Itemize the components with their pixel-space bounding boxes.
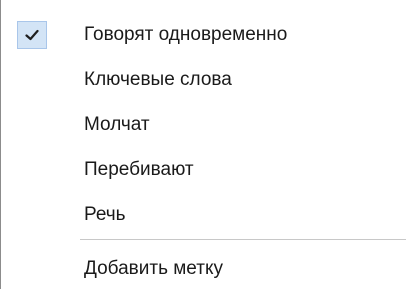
menu-item-interrupt[interactable]: Перебивают — [5, 151, 401, 189]
menu-item-label: Добавить метку — [84, 258, 223, 279]
menu-item-silent[interactable]: Молчат — [5, 106, 401, 144]
menu-item-add-label[interactable]: Добавить метку — [5, 250, 401, 288]
checkmark-icon — [17, 21, 47, 49]
menu-item-label: Перебивают — [84, 159, 194, 180]
context-menu: Говорят одновременно Ключевые слова Молч… — [0, 0, 406, 289]
menu-item-label: Речь — [84, 204, 126, 225]
menu-item-speech[interactable]: Речь — [5, 196, 401, 234]
menu-item-label: Ключевые слова — [84, 69, 232, 90]
menu-item-label: Говорят одновременно — [84, 24, 288, 45]
menu-item-speak-simultaneously[interactable]: Говорят одновременно — [5, 16, 401, 54]
menu-item-keywords[interactable]: Ключевые слова — [5, 61, 401, 99]
menu-item-label: Молчат — [84, 114, 150, 135]
menu-separator — [80, 239, 406, 240]
